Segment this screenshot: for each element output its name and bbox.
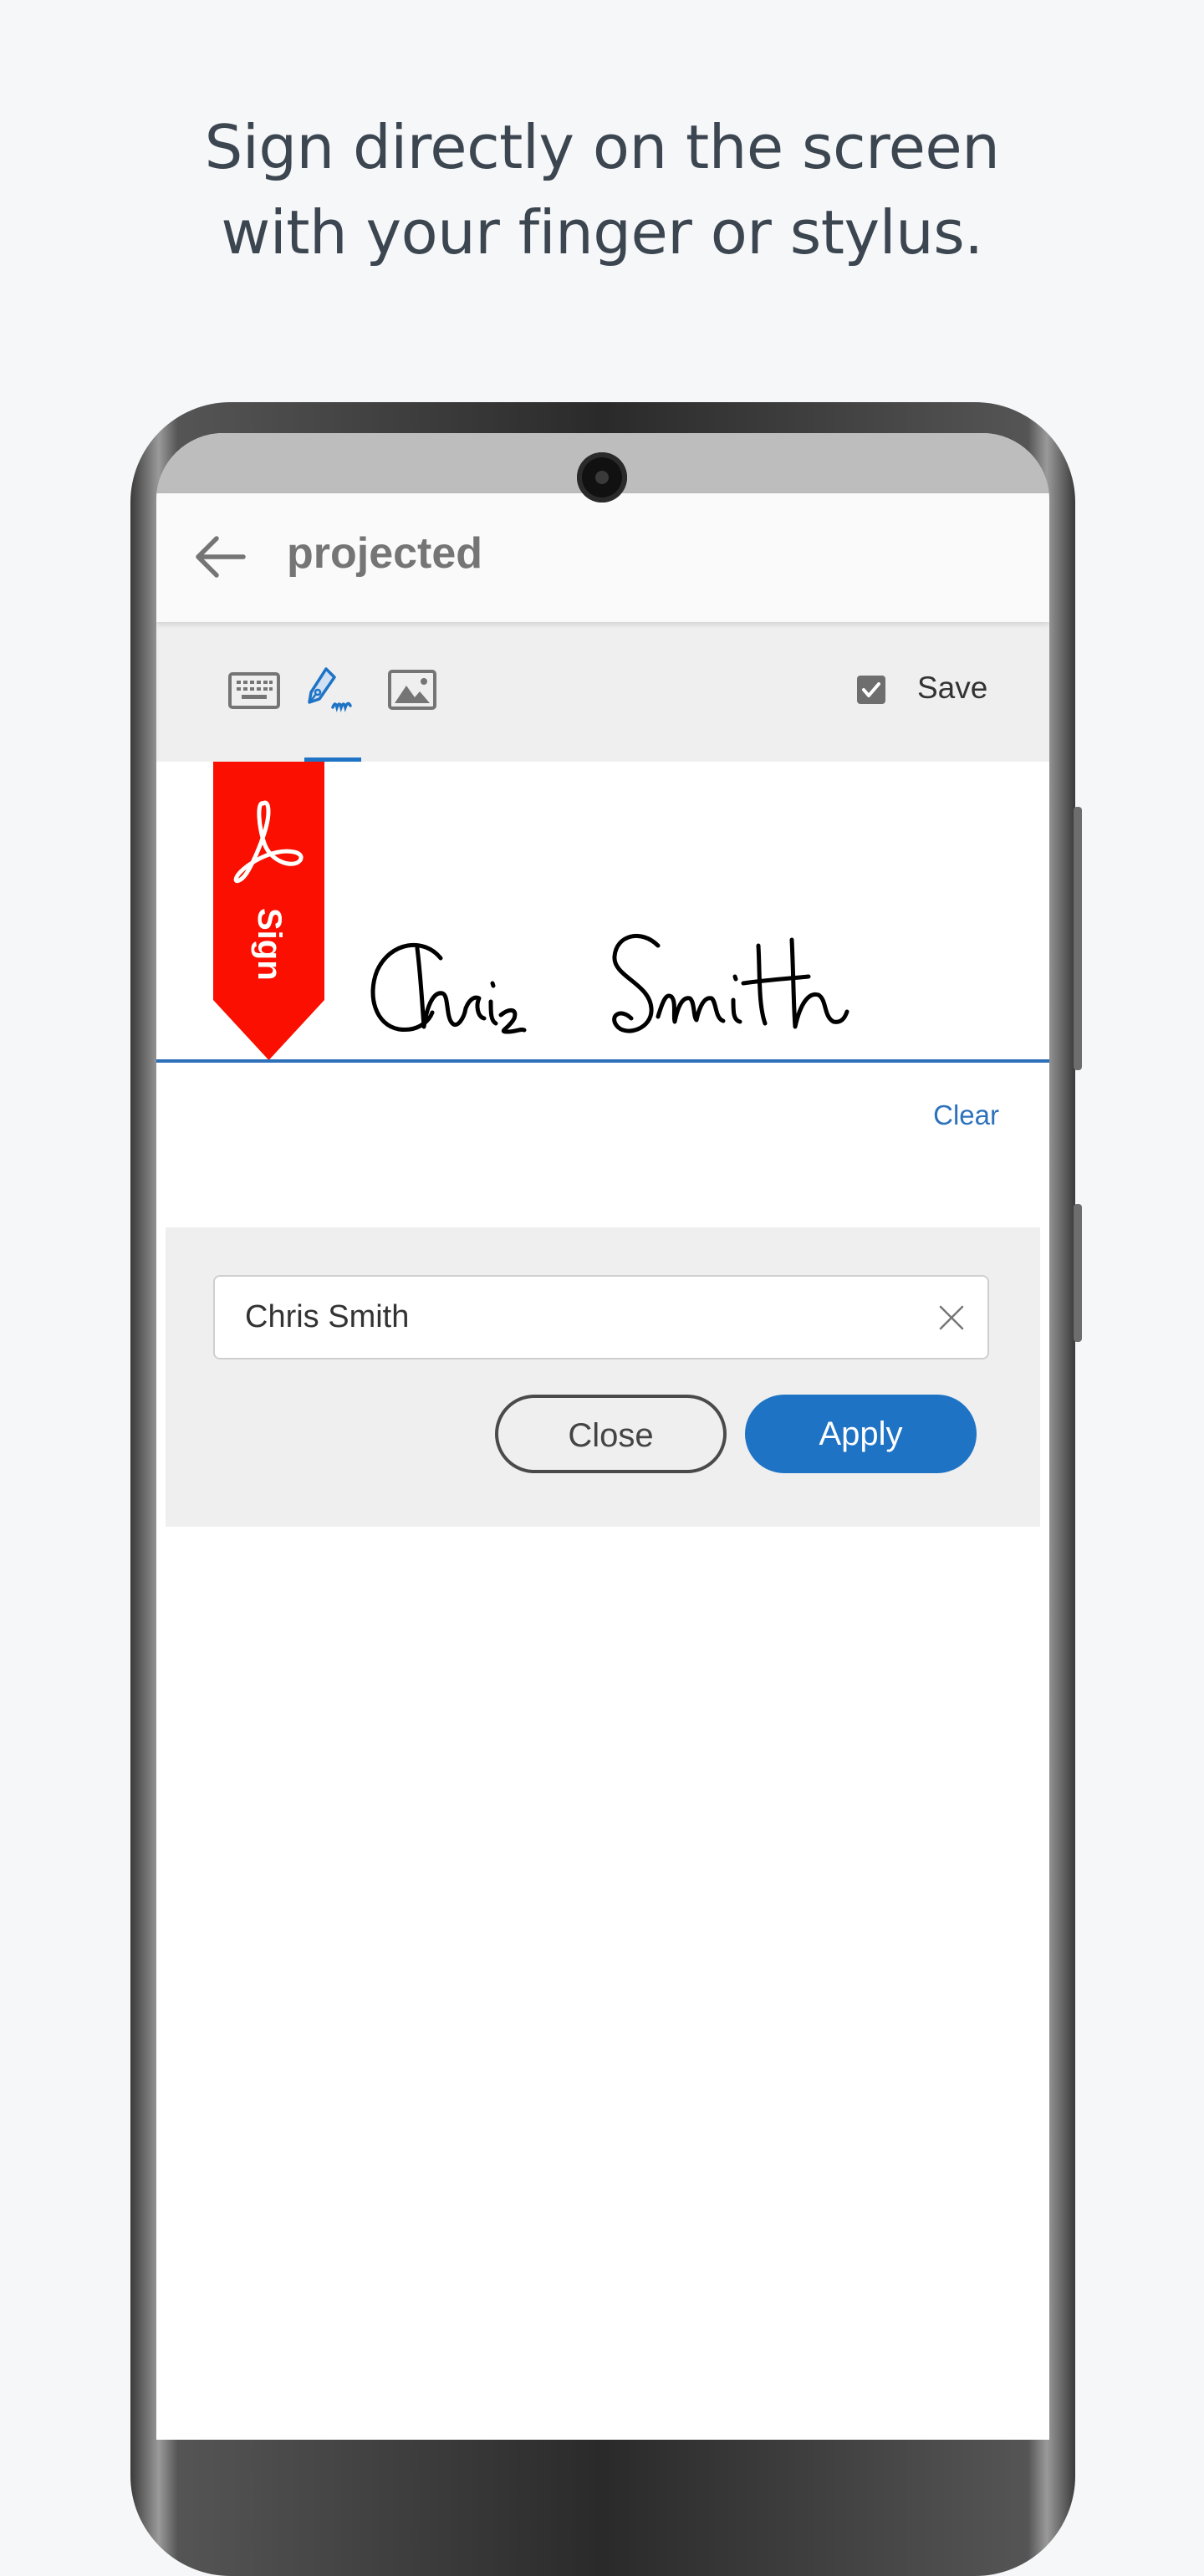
headline: Sign directly on the screen with your fi… [0, 105, 1204, 275]
app-bar: projected [156, 493, 1049, 622]
signature-canvas[interactable]: Sign Clear [156, 762, 1049, 1227]
document-title: projected [287, 529, 483, 578]
signature-baseline [156, 1059, 1049, 1063]
name-input[interactable]: Chris Smith [213, 1275, 989, 1359]
camera-icon [577, 452, 627, 502]
name-input-value[interactable]: Chris Smith [245, 1299, 409, 1335]
save-label[interactable]: Save [917, 671, 987, 706]
arrow-left-icon[interactable] [193, 533, 247, 580]
close-button[interactable]: Close [495, 1395, 727, 1473]
drawn-signature [370, 933, 849, 1034]
headline-line-2: with your finger or stylus. [221, 197, 983, 268]
save-checkbox[interactable] [857, 676, 885, 704]
headline-line-1: Sign directly on the screen [204, 112, 1000, 182]
phone-side-button [1074, 1204, 1082, 1342]
signature-mode-toolbar: Save [156, 622, 1049, 762]
pen-signature-icon[interactable] [304, 666, 358, 716]
close-icon[interactable] [937, 1303, 966, 1332]
image-icon[interactable] [386, 666, 440, 716]
apply-button[interactable]: Apply [745, 1395, 977, 1473]
phone-side-button [1074, 807, 1082, 1070]
phone-screen: projected Save Sign Clear Chris Smith Cl… [156, 433, 1049, 2440]
sign-ribbon-label: Sign [251, 908, 288, 981]
clear-button[interactable]: Clear [933, 1099, 999, 1131]
signature-form-panel: Chris Smith Close Apply [166, 1227, 1040, 1527]
sign-ribbon: Sign [213, 762, 324, 1060]
keyboard-icon[interactable] [227, 666, 281, 716]
